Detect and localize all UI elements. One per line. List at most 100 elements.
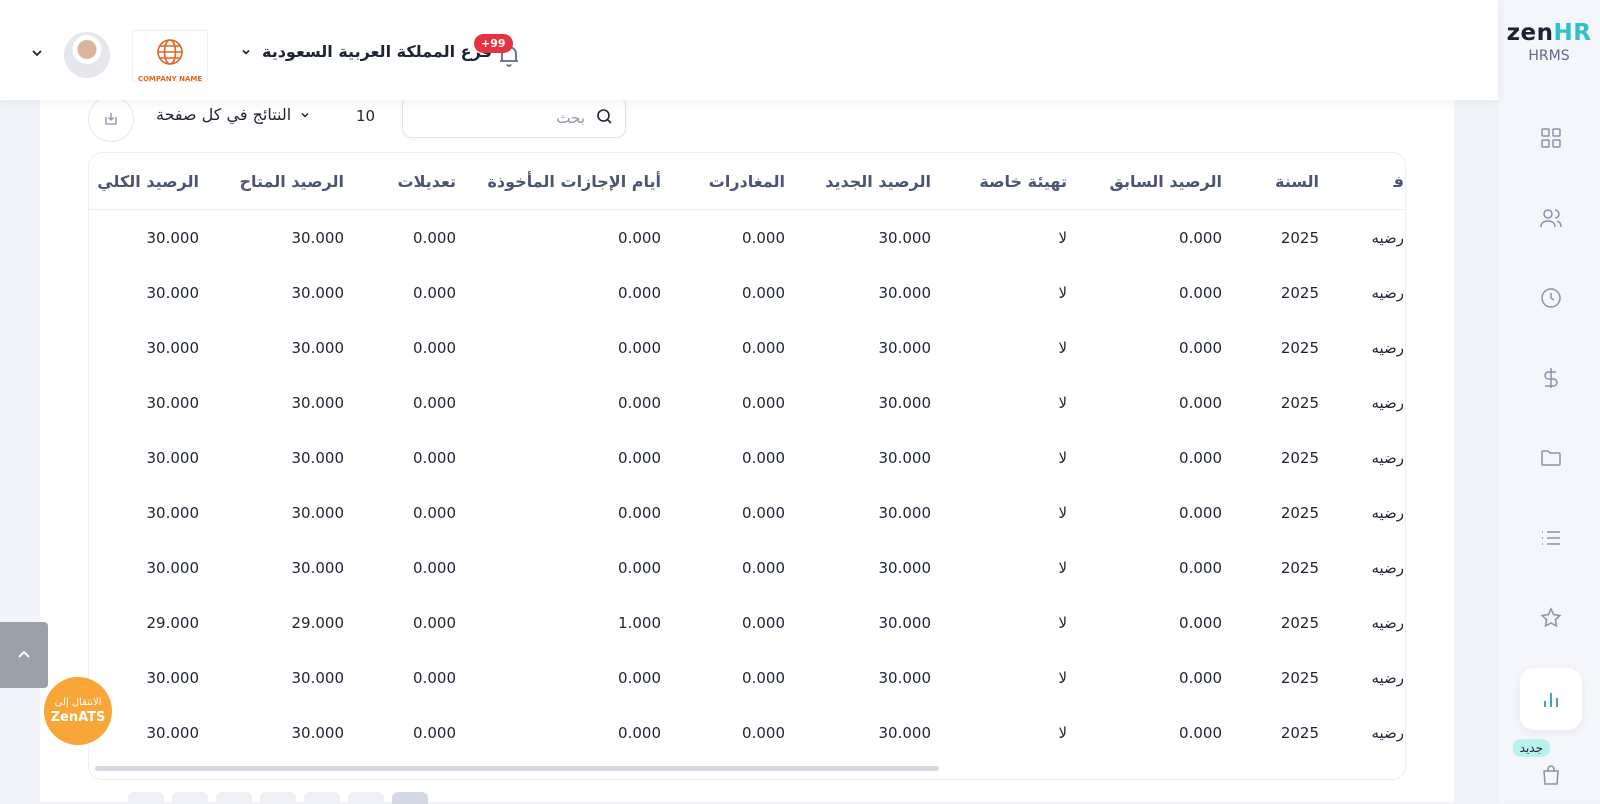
per-page-value[interactable]: 10 — [356, 107, 375, 125]
table-cell: لا — [1058, 338, 1067, 357]
sidebar-item-marketplace[interactable] — [1520, 748, 1582, 802]
export-button[interactable] — [88, 96, 134, 142]
table-cell: 0.000 — [413, 503, 456, 522]
chevron-down-icon — [301, 112, 309, 118]
chevron-down-icon — [32, 50, 42, 57]
horizontal-scrollbar[interactable] — [95, 766, 1399, 771]
table-cell: 0.000 — [618, 393, 661, 412]
table-cell: 30.000 — [291, 228, 345, 247]
column-header[interactable]: الرصيد الكلي — [89, 153, 199, 210]
table-header-row: الرصيد الكلي الرصيد المتاح تعديلات أيام الإ… — [89, 153, 1404, 210]
column-header[interactable]: السنة — [1222, 153, 1319, 210]
scroll-to-top-button[interactable] — [0, 622, 48, 688]
user-menu-toggle[interactable] — [30, 45, 44, 64]
logo-main: zen — [1506, 20, 1554, 46]
search-input[interactable] — [413, 98, 587, 138]
table-cell: 0.000 — [618, 448, 661, 467]
table-cell: 30.000 — [146, 558, 200, 577]
table-cell: 30.000 — [878, 723, 932, 742]
table-cell: رضيه — [1371, 283, 1404, 302]
table-cell: 0.000 — [413, 723, 456, 742]
chevron-down-icon — [242, 49, 250, 55]
logo-accent: HR — [1553, 20, 1592, 46]
table-cell: 30.000 — [146, 448, 200, 467]
sidebar-item-documents[interactable] — [1520, 427, 1582, 489]
branch-name: فرع المملكة العربية السعودية — [262, 42, 493, 61]
table-cell: 30.000 — [291, 448, 345, 467]
page-button[interactable] — [216, 792, 252, 804]
sidebar-item-employees[interactable] — [1520, 187, 1582, 249]
column-header[interactable]: أيام الإجازات المأخوذة — [456, 153, 661, 210]
table-cell: 30.000 — [291, 668, 345, 687]
table-cell: 2025 — [1280, 338, 1319, 357]
table-row: 30.000 30.000 0.000 0.000 0.000 30.000 لا 0.000… — [89, 540, 1405, 595]
table-cell: 0.000 — [618, 668, 661, 687]
table-cell: 2025 — [1280, 668, 1319, 687]
per-page-select[interactable]: النتائج في كل صفحة — [156, 105, 311, 124]
table-cell: 0.000 — [1179, 668, 1222, 687]
column-header[interactable]: الرصيد الجديد — [785, 153, 931, 210]
table-cell: لا — [1058, 448, 1067, 467]
zenats-switch-button[interactable]: الانتقال إلى ZenATS — [44, 677, 112, 745]
table-cell: 29.000 — [146, 613, 200, 632]
shopping-bag-icon — [1543, 765, 1559, 785]
table-cell: 30.000 — [146, 338, 200, 357]
sidebar-item-dashboard[interactable] — [1520, 107, 1582, 169]
sidebar-item-reports[interactable] — [1520, 668, 1582, 730]
notification-count-badge: +99 — [474, 34, 513, 53]
folder-icon — [1541, 450, 1561, 466]
table-row: 30.000 30.000 0.000 0.000 0.000 30.000 لا 0.000… — [89, 650, 1405, 705]
table-cell: 0.000 — [742, 393, 785, 412]
column-header[interactable]: ﻓ — [1319, 153, 1404, 210]
table-cell: 2025 — [1280, 393, 1319, 412]
table-cell: 0.000 — [742, 558, 785, 577]
table-cell: 2025 — [1280, 448, 1319, 467]
page-button[interactable] — [260, 792, 296, 804]
table-cell: 0.000 — [742, 448, 785, 467]
company-logo: COMPANY NAME — [132, 30, 208, 83]
table-cell: 30.000 — [146, 503, 200, 522]
bar-chart-icon — [1544, 693, 1558, 707]
table-cell: لا — [1058, 283, 1067, 302]
sidebar-item-payroll[interactable] — [1520, 347, 1582, 409]
page-button[interactable] — [172, 792, 208, 804]
table-cell: 2025 — [1280, 283, 1319, 302]
page-button[interactable] — [348, 792, 384, 804]
top-header: COMPANY NAME فرع المملكة العربية السعودي… — [0, 0, 1498, 100]
branch-selector[interactable]: فرع المملكة العربية السعودية — [240, 42, 492, 61]
table-cell: لا — [1058, 393, 1067, 412]
table-cell: 30.000 — [878, 228, 932, 247]
page-button-current[interactable] — [392, 792, 428, 804]
table-row: 30.000 30.000 0.000 0.000 0.000 30.000 لا 0.000… — [89, 210, 1405, 266]
column-header[interactable]: تعديلات — [344, 153, 456, 210]
sidebar-item-lists[interactable] — [1520, 507, 1582, 569]
page-button[interactable] — [128, 792, 164, 804]
zenhr-logo[interactable]: zenHR HRMS — [1498, 20, 1600, 64]
table-cell: 0.000 — [742, 668, 785, 687]
table-cell: 0.000 — [618, 338, 661, 357]
column-header[interactable]: الرصيد المتاح — [199, 153, 344, 210]
scrollbar-thumb[interactable] — [95, 766, 939, 771]
table-cell: لا — [1058, 723, 1067, 742]
table-row: 30.000 30.000 0.000 0.000 0.000 30.000 لا 0.000… — [89, 375, 1405, 430]
column-header[interactable]: الرصيد السابق — [1067, 153, 1222, 210]
table-cell: رضيه — [1371, 228, 1404, 247]
table-cell: 0.000 — [1179, 283, 1222, 302]
table-cell: رضيه — [1371, 723, 1404, 742]
table-cell: 30.000 — [291, 393, 345, 412]
avatar[interactable] — [64, 32, 110, 78]
table-cell: 1.000 — [618, 613, 661, 632]
globe-icon — [157, 39, 183, 65]
table-cell: 30.000 — [146, 283, 200, 302]
table-cell: 30.000 — [291, 558, 345, 577]
sidebar-item-attendance[interactable] — [1520, 267, 1582, 329]
sidebar-item-performance[interactable] — [1520, 587, 1582, 649]
dollar-icon — [1544, 368, 1558, 388]
company-logo-text: COMPANY NAME — [137, 75, 203, 83]
table-cell: رضيه — [1371, 613, 1404, 632]
page-button[interactable] — [304, 792, 340, 804]
column-header[interactable]: تهيئة خاصة — [931, 153, 1067, 210]
column-header[interactable]: المغادرات — [661, 153, 785, 210]
table-cell: 0.000 — [618, 228, 661, 247]
chevron-up-icon — [18, 650, 30, 658]
